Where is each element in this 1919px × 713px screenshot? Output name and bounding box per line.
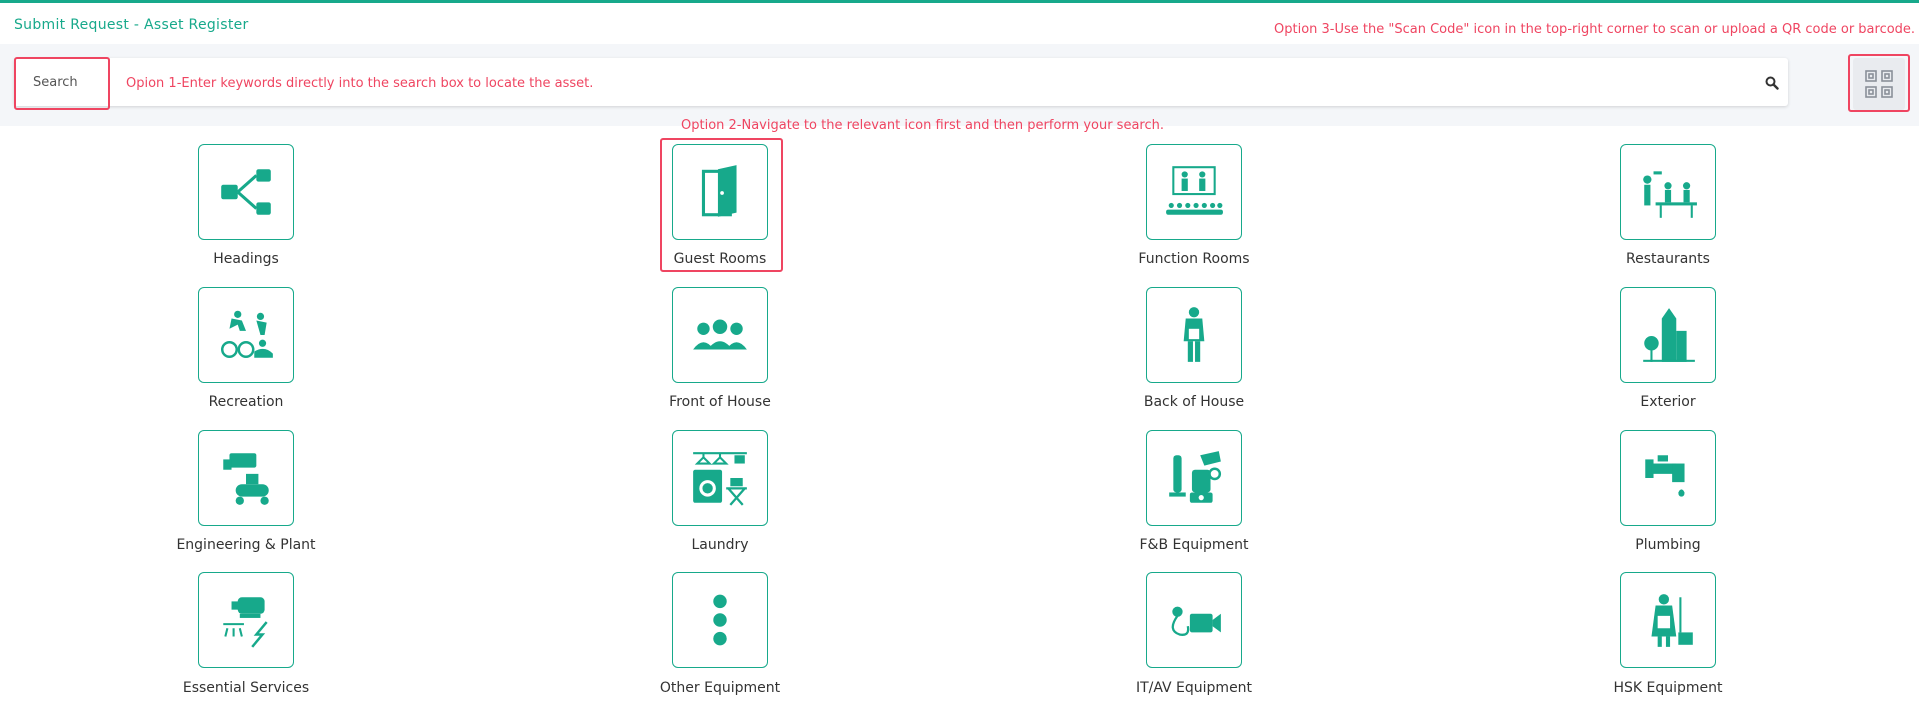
search-highlight-box (14, 57, 110, 110)
tile-restaurants[interactable] (1620, 144, 1716, 240)
tile-front-of-house[interactable] (672, 287, 768, 383)
tile-plumbing[interactable] (1620, 430, 1716, 526)
tile-laundry[interactable] (672, 430, 768, 526)
tile-label: Recreation (208, 394, 284, 410)
tile-label: Front of House (669, 394, 771, 410)
sports-icon (220, 310, 273, 358)
tile-label: Engineering & Plant (176, 537, 316, 553)
washing-machine-icon (693, 452, 747, 506)
page-title: Submit Request - Asset Register (14, 17, 249, 33)
tile-label: Restaurants (1626, 251, 1710, 267)
scan-highlight-box (1848, 54, 1910, 112)
tile-label: Back of House (1143, 394, 1245, 410)
guest-rooms-highlight-box (660, 138, 783, 272)
tile-engineering-plant[interactable] (198, 430, 294, 526)
generator-icon (223, 597, 268, 648)
tile-recreation[interactable] (198, 287, 294, 383)
hierarchy-icon (221, 169, 271, 215)
presentation-icon (1166, 166, 1223, 215)
tile-label: HSK Equipment (1613, 680, 1723, 696)
tile-label: Exterior (1640, 394, 1696, 410)
people-icon (693, 319, 747, 350)
option2-annotation: Option 2-Navigate to the relevant icon f… (681, 118, 1164, 133)
machinery-icon (223, 453, 269, 505)
tile-label: F&B Equipment (1139, 537, 1249, 553)
dots-icon (713, 594, 727, 646)
tile-back-of-house[interactable] (1146, 287, 1242, 383)
tap-icon (1645, 455, 1685, 497)
tile-hsk-equipment[interactable] (1620, 572, 1716, 668)
tile-exterior[interactable] (1620, 287, 1716, 383)
tile-label: Headings (213, 251, 279, 267)
tile-other-equipment[interactable] (672, 572, 768, 668)
housekeeping-icon (1651, 594, 1693, 647)
option1-annotation: Opion 1-Enter keywords directly into the… (126, 76, 594, 91)
staff-icon (1183, 307, 1205, 362)
mixer-icon (1169, 451, 1222, 503)
search-icon[interactable] (1764, 75, 1780, 91)
tile-label: Other Equipment (659, 680, 781, 696)
option3-annotation: Option 3-Use the "Scan Code" icon in the… (1274, 22, 1916, 37)
dining-icon (1643, 171, 1697, 218)
tile-it-av-equipment[interactable] (1146, 572, 1242, 668)
tile-essential-services[interactable] (198, 572, 294, 668)
tile-label: Laundry (691, 537, 749, 553)
buildings-icon (1643, 308, 1695, 362)
tile-label: Essential Services (182, 680, 310, 696)
tile-headings[interactable] (198, 144, 294, 240)
tile-label: Plumbing (1635, 537, 1701, 553)
tile-label: Function Rooms (1138, 251, 1250, 267)
camera-icon (1171, 606, 1221, 636)
tile-label: IT/AV Equipment (1135, 680, 1253, 696)
tile-fb-equipment[interactable] (1146, 430, 1242, 526)
tile-function-rooms[interactable] (1146, 144, 1242, 240)
